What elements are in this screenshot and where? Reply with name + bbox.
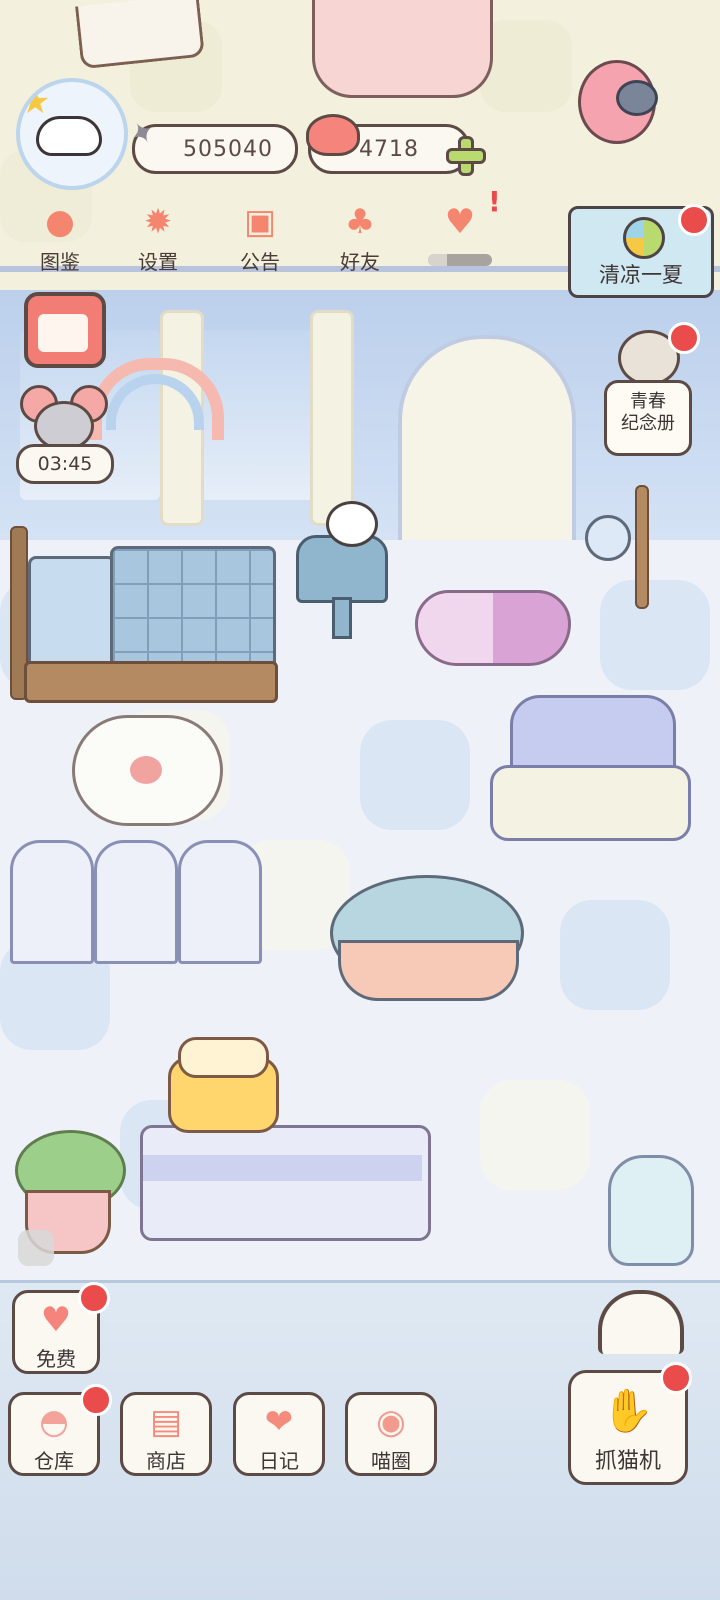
nav-friends-button[interactable]: ♣ 好友 (322, 200, 398, 275)
calendar-icon (38, 314, 88, 352)
sofa-furniture[interactable] (490, 695, 691, 845)
plus-icon[interactable] (446, 136, 486, 176)
album-badge (668, 322, 700, 354)
diary-label: 日记 (259, 1449, 299, 1473)
home-icon[interactable] (18, 1230, 54, 1266)
nav-notice-label: 公告 (240, 250, 280, 274)
storage-label: 仓库 (34, 1449, 74, 1473)
claw-badge (660, 1362, 692, 1394)
fish-count: 505040 (183, 136, 273, 162)
cat-circle-label: 喵圈 (371, 1449, 411, 1473)
nav-hearts-button[interactable]: ♥ (422, 200, 498, 246)
cake-decoration[interactable] (168, 1012, 279, 1133)
bed-furniture[interactable] (10, 526, 278, 703)
beach-ball-icon (623, 217, 665, 259)
storage-badge (80, 1384, 112, 1416)
heart-rug-furniture (415, 590, 571, 666)
diary-icon: ❤ (264, 1402, 294, 1442)
shop-icon: ▤ (149, 1402, 183, 1442)
free-badge (78, 1282, 110, 1314)
hearts-progress-bar (428, 254, 492, 266)
timer-value: 03:45 (37, 453, 93, 475)
nav-collection-button[interactable]: ● 图鉴 (22, 200, 98, 275)
heart-count: 4718 (359, 136, 419, 162)
cat-head-icon: ● (45, 202, 75, 242)
nav-settings-button[interactable]: ✹ 设置 (120, 200, 196, 275)
flamingo-pet[interactable] (568, 60, 668, 180)
shop-button[interactable]: ▤ 商店 (120, 1392, 212, 1476)
countdown-timer: 03:45 (16, 444, 114, 484)
nav-friends-label: 好友 (340, 250, 380, 274)
cat-circle-button[interactable]: ◉ 喵圈 (345, 1392, 437, 1476)
mouse-pet-icon[interactable] (20, 385, 108, 451)
friends-icon: ♣ (344, 202, 376, 242)
nav-collection-label: 图鉴 (40, 250, 80, 274)
nav-settings-label: 设置 (138, 250, 178, 274)
claw-machine-label: 抓猫机 (594, 1449, 661, 1474)
gift-icon: ▣ (243, 202, 277, 242)
event-badge (678, 204, 710, 236)
calendar-button[interactable] (24, 292, 106, 368)
folding-screen-furniture (10, 840, 262, 964)
album-label: 青春 纪念册 (604, 380, 692, 456)
lamp-furniture (585, 485, 680, 615)
dress-furniture (312, 0, 493, 98)
mailbox-furniture[interactable] (296, 501, 388, 639)
tea-table-furniture[interactable] (330, 845, 524, 1030)
diary-button[interactable]: ❤ 日记 (233, 1392, 325, 1476)
candy-jar-furniture (608, 1155, 694, 1266)
event-banner-label: 清凉一夏 (599, 263, 683, 287)
nav-notice-button[interactable]: ▣ 公告 (222, 200, 298, 275)
alert-icon: ! (488, 185, 501, 218)
free-button-label: 免费 (36, 1347, 76, 1371)
cat-planet-icon: ◉ (376, 1402, 406, 1442)
cloud-cushion-furniture (72, 715, 223, 826)
star-icon: ★ (20, 82, 51, 122)
shop-label: 商店 (146, 1449, 186, 1473)
heart-icon (306, 114, 360, 156)
player-avatar[interactable]: ★ (16, 78, 128, 190)
ghost-icon (36, 116, 102, 156)
dessert-table-furniture (140, 1115, 431, 1265)
gear-icon: ✹ (143, 202, 173, 242)
broken-heart-icon: ♥ (444, 202, 476, 242)
claw-machine-top (598, 1290, 684, 1354)
